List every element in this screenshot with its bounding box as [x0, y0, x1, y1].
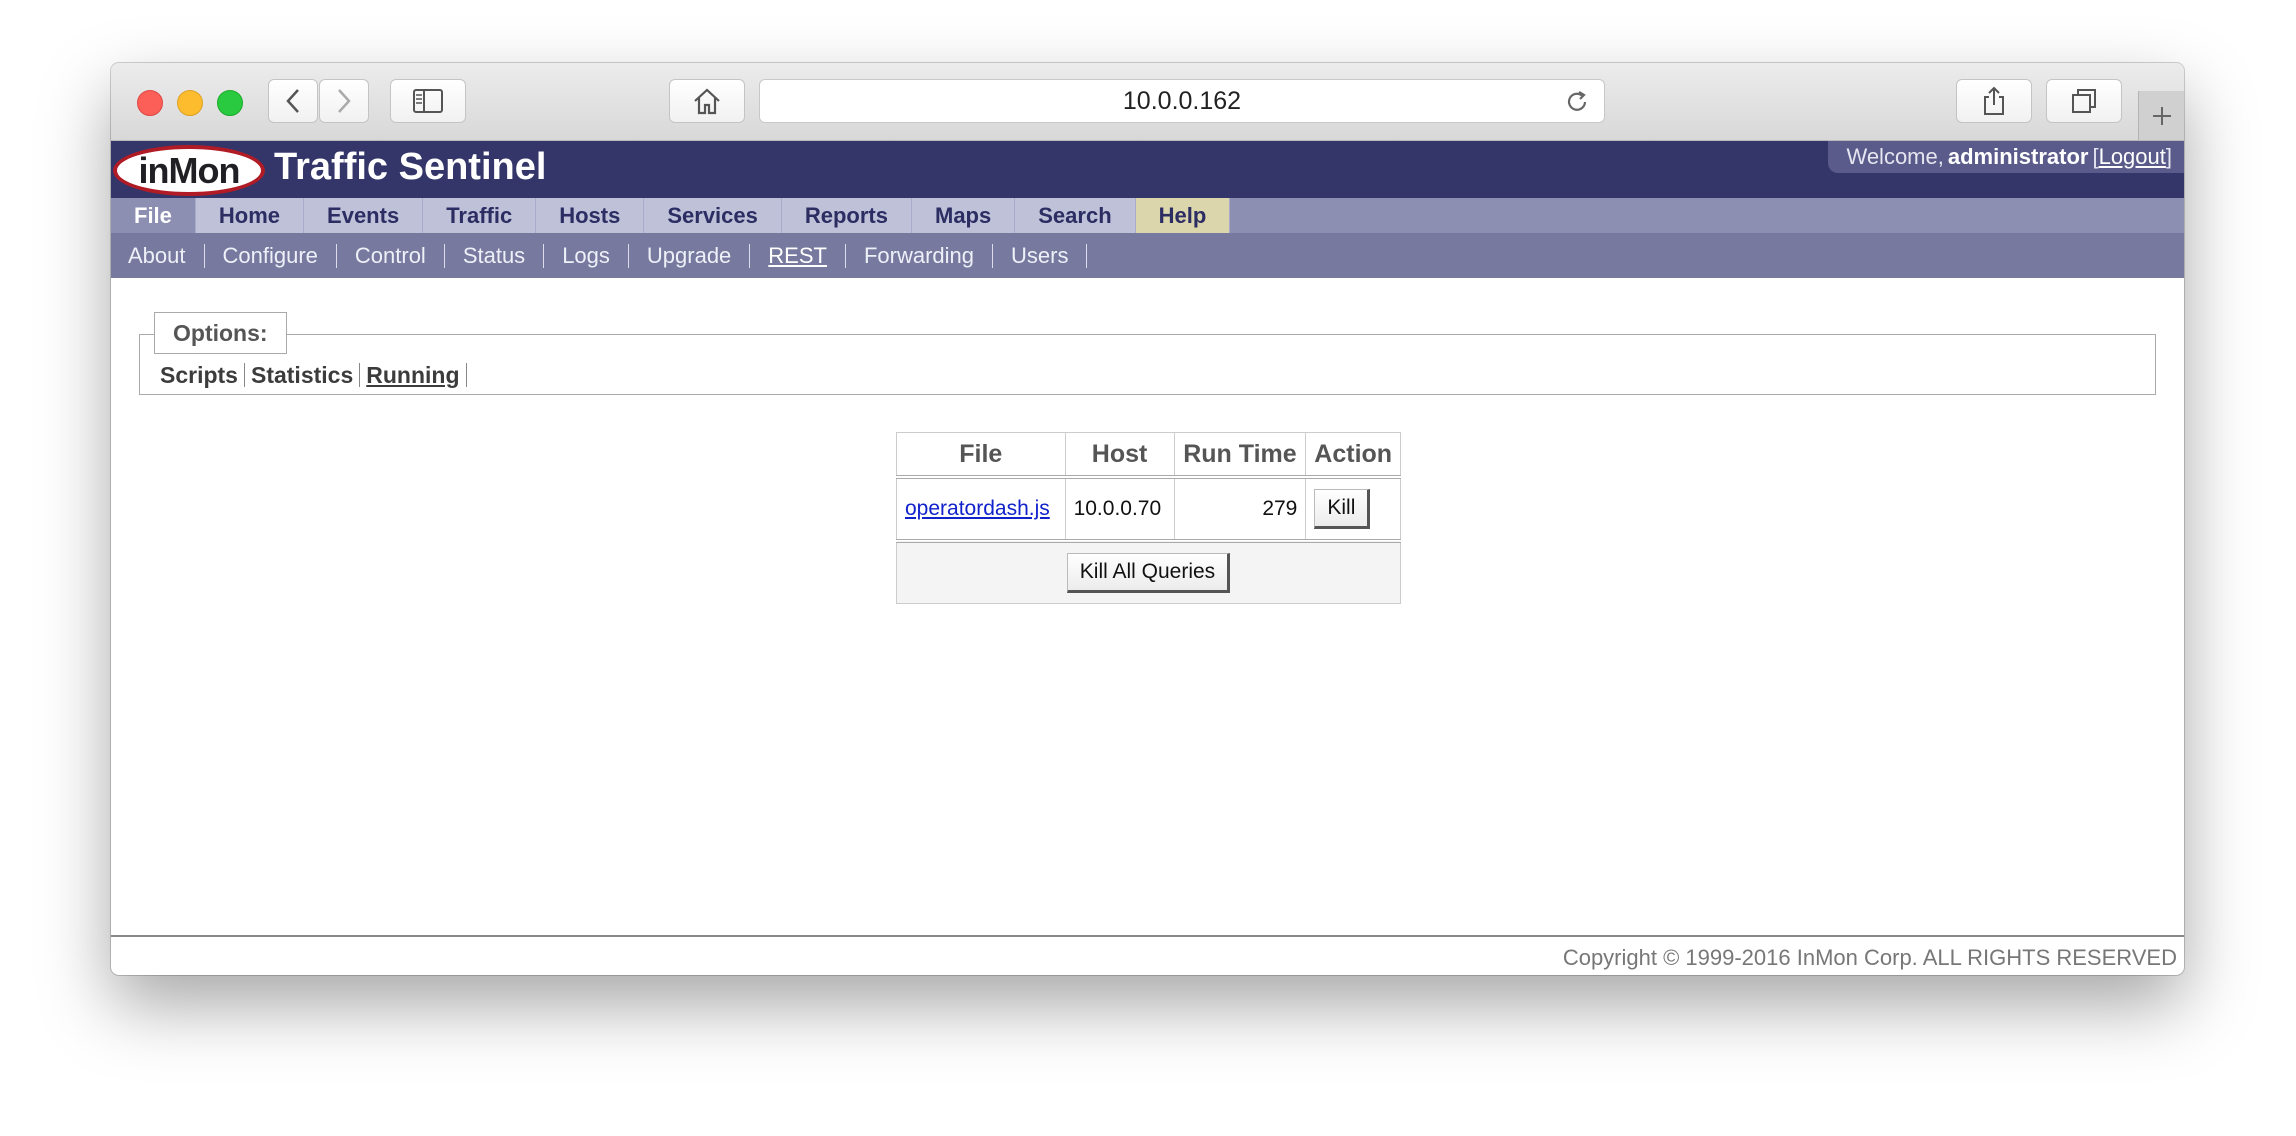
- browser-window: 10.0.0.162 inMon Traffic Sentinel Welcom…: [111, 63, 2184, 975]
- inmon-logo[interactable]: inMon: [113, 145, 265, 196]
- copyright-text: Copyright © 1999-2016 InMon Corp. ALL RI…: [1562, 945, 2177, 970]
- nav-item-home[interactable]: Home: [195, 198, 305, 233]
- options-legend: Options:: [154, 312, 287, 354]
- script-file-link[interactable]: operatordash.js: [905, 497, 1050, 520]
- main-nav: File Home Events Traffic Hosts Services …: [111, 198, 2184, 233]
- new-tab-button[interactable]: [2138, 91, 2184, 140]
- column-header-file: File: [896, 432, 1066, 479]
- table-header-row: File Host Run Time Action: [896, 432, 1401, 479]
- username: administrator: [1947, 144, 2089, 169]
- table-footer-row: Kill All Queries: [896, 539, 1401, 604]
- app-title: Traffic Sentinel: [274, 146, 547, 188]
- column-header-host: Host: [1064, 432, 1175, 479]
- zoom-window-button[interactable]: [217, 90, 243, 116]
- sub-nav: About Configure Control Status Logs Upgr…: [111, 233, 2184, 278]
- reload-icon[interactable]: [1564, 89, 1590, 115]
- nav-item-hosts[interactable]: Hosts: [536, 198, 645, 233]
- table-row: operatordash.js 10.0.0.70 279 Kill: [896, 476, 1401, 542]
- file-cell: operatordash.js: [896, 476, 1066, 542]
- url-text: 10.0.0.162: [1122, 86, 1242, 115]
- column-header-run-time: Run Time: [1173, 432, 1307, 479]
- option-running[interactable]: Running: [366, 363, 467, 387]
- action-cell: Kill: [1305, 476, 1401, 542]
- subnav-item-users[interactable]: Users: [1011, 243, 1088, 268]
- minimize-window-button[interactable]: [177, 90, 203, 116]
- run-time-cell: 279: [1173, 476, 1307, 542]
- host-cell: 10.0.0.70: [1064, 476, 1175, 542]
- tabs-icon: [2072, 89, 2096, 113]
- forward-button[interactable]: [319, 79, 369, 123]
- options-panel: Options: Scripts Statistics Running: [139, 312, 2156, 395]
- subnav-item-configure[interactable]: Configure: [223, 243, 337, 268]
- nav-item-file[interactable]: File: [111, 198, 196, 233]
- running-queries-table: File Host Run Time Action operatordash.j…: [896, 432, 1401, 604]
- subnav-item-rest[interactable]: REST: [768, 243, 846, 268]
- subnav-item-control[interactable]: Control: [355, 243, 445, 268]
- option-scripts[interactable]: Scripts: [160, 363, 245, 387]
- nav-item-search[interactable]: Search: [1015, 198, 1136, 233]
- kill-button[interactable]: Kill: [1314, 489, 1371, 529]
- logout-link[interactable]: Logout: [2099, 144, 2166, 170]
- tabs-overview-button[interactable]: [2046, 79, 2122, 123]
- sidebar-icon: [413, 89, 443, 113]
- back-button[interactable]: [268, 79, 318, 123]
- app-header: inMon Traffic Sentinel Welcome, administ…: [111, 141, 2184, 198]
- nav-item-events[interactable]: Events: [304, 198, 424, 233]
- sidebar-button[interactable]: [390, 79, 466, 123]
- share-icon: [1984, 86, 2004, 115]
- column-header-action: Action: [1305, 432, 1401, 479]
- close-window-button[interactable]: [137, 90, 163, 116]
- nav-item-reports[interactable]: Reports: [781, 198, 912, 233]
- kill-all-queries-button[interactable]: Kill All Queries: [1066, 553, 1231, 593]
- subnav-item-upgrade[interactable]: Upgrade: [647, 243, 751, 268]
- browser-toolbar: 10.0.0.162: [111, 63, 2184, 141]
- nav-item-maps[interactable]: Maps: [912, 198, 1016, 233]
- welcome-banner: Welcome, administrator [Logout]: [1828, 141, 2184, 173]
- plus-icon: [2152, 106, 2171, 125]
- chevron-left-icon: [286, 89, 299, 113]
- page-footer: Copyright © 1999-2016 InMon Corp. ALL RI…: [111, 935, 2184, 975]
- nav-item-services[interactable]: Services: [644, 198, 782, 233]
- chevron-right-icon: [338, 89, 351, 113]
- options-links: Scripts Statistics Running: [160, 363, 473, 387]
- address-bar[interactable]: 10.0.0.162: [759, 79, 1605, 123]
- option-statistics[interactable]: Statistics: [251, 363, 361, 387]
- home-button[interactable]: [669, 79, 745, 123]
- subnav-item-status[interactable]: Status: [463, 243, 545, 268]
- nav-item-help[interactable]: Help: [1135, 198, 1231, 233]
- welcome-text: Welcome,: [1846, 144, 1944, 169]
- subnav-item-about[interactable]: About: [128, 243, 205, 268]
- home-icon: [694, 88, 720, 115]
- nav-item-traffic[interactable]: Traffic: [423, 198, 537, 233]
- subnav-item-forwarding[interactable]: Forwarding: [864, 243, 994, 268]
- subnav-item-logs[interactable]: Logs: [562, 243, 629, 268]
- share-button[interactable]: [1956, 79, 2032, 123]
